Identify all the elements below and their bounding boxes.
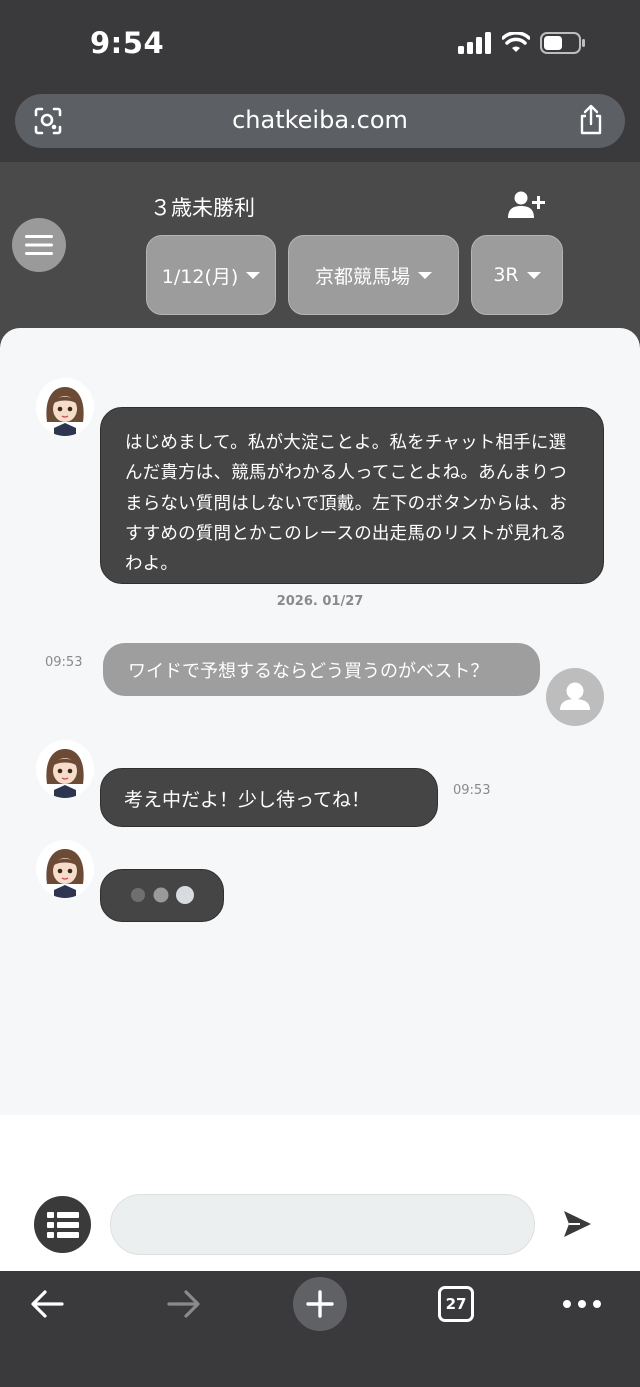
bot-avatar [36,840,94,898]
user-avatar [546,668,604,726]
bot-message-greeting: はじめまして。私が大淀ことよ。私をチャット相手に選んだ貴方は、競馬がわかる人って… [100,407,604,584]
date-separator: 2026. 01/27 [276,594,364,609]
plus-icon [306,1290,334,1318]
venue-select-value: 京都競馬場 [314,265,410,288]
chat-panel[interactable]: はじめまして。私が大淀ことよ。私をチャット相手に選んだ貴方は、競馬がわかる人って… [0,328,640,1118]
date-select[interactable]: 1/12(月) [146,235,276,315]
user-message: ワイドで予想するならどう買うのがベスト？ [103,643,540,696]
bot-avatar [36,378,94,436]
share-icon[interactable] [577,104,605,136]
list-icon [46,1211,79,1238]
date-select-value: 1/12(月) [161,265,239,288]
wifi-icon [502,32,530,52]
send-icon[interactable] [560,1207,594,1241]
race-number-select-value: 3R [493,264,519,286]
browser-toolbar: 27 [0,1271,640,1387]
new-tab-button[interactable] [293,1277,347,1331]
venue-select[interactable]: 京都競馬場 [288,235,459,315]
menu-button[interactable] [12,218,66,272]
app-header: ３歳未勝利 1/12(月) 京都競馬場 3R [0,162,640,342]
bot-message-time: 09:53 [453,783,491,798]
forward-arrow-icon[interactable] [165,1285,203,1323]
cellular-signal-icon [458,32,491,54]
message-input[interactable] [110,1194,535,1255]
user-icon [560,682,590,710]
status-time: 9:54 [90,26,165,60]
race-number-select[interactable]: 3R [471,235,563,315]
more-options-icon[interactable] [563,1300,601,1308]
back-arrow-icon[interactable] [28,1285,66,1323]
message-composer [0,1115,640,1271]
url-text[interactable]: chatkeiba.com [15,106,625,134]
address-bar[interactable]: chatkeiba.com [15,94,625,148]
bot-avatar [36,740,94,798]
chevron-down-icon [246,271,261,279]
user-message-text: ワイドで予想するならどう買うのがベスト？ [128,661,489,682]
bot-message-reply: 考え中だよ！少し待ってね！ [100,768,438,827]
chevron-down-icon [526,271,541,279]
status-icons [458,30,586,56]
tab-count: 27 [445,1295,467,1313]
character-avatar-icon [36,740,94,798]
hamburger-icon [25,235,53,255]
battery-icon [540,32,585,54]
user-message-time: 09:53 [45,655,83,670]
race-title: ３歳未勝利 [150,196,255,220]
chevron-down-icon [418,271,432,279]
add-user-icon[interactable] [507,190,547,220]
typing-indicator [100,869,224,922]
tab-switcher-button[interactable]: 27 [438,1286,474,1322]
status-bar: 9:54 [0,0,640,88]
typing-dots-icon [131,886,194,904]
bot-message-text: 考え中だよ！少し待ってね！ [124,789,371,811]
screen: 9:54 chatkeiba.com ３歳未勝利 1/12(月) 京都競馬場 3… [0,0,640,1387]
bot-message-text: はじめまして。私が大淀ことよ。私をチャット相手に選んだ貴方は、競馬がわかる人って… [125,433,567,575]
character-avatar-icon [36,840,94,898]
character-avatar-icon [36,378,94,436]
question-list-button[interactable] [34,1196,91,1253]
